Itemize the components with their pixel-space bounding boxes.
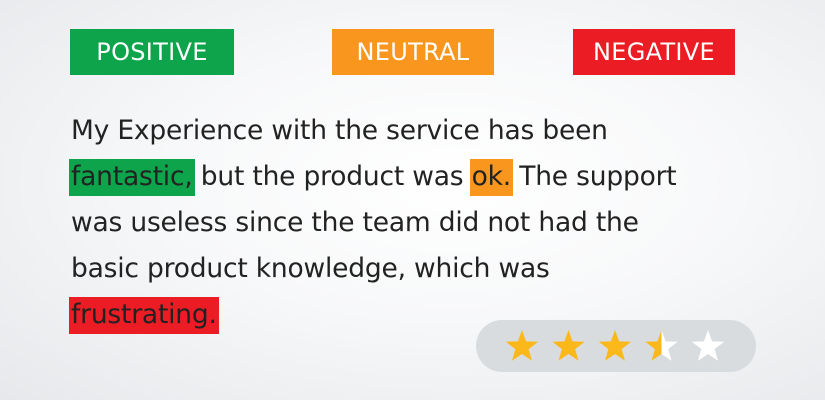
star-icon: [691, 330, 725, 361]
star-rating-icons: [505, 330, 725, 361]
star-icon: [598, 330, 632, 361]
star-rating: [476, 320, 756, 372]
legend-negative-badge: NEGATIVE: [573, 29, 735, 75]
review-text: My Experience with the service has been …: [69, 108, 771, 338]
review-line-4: basic product knowledge, which was: [71, 253, 550, 284]
review-line-2-end: The support: [511, 161, 677, 192]
neutral-highlight: ok.: [469, 159, 513, 196]
review-line-2-middle: but the product was: [192, 161, 472, 192]
review-line-2: fantastic, but the product was ok. The s…: [69, 154, 771, 200]
review-line-3: was useless since the team did not had t…: [71, 207, 639, 238]
star-icon: [552, 330, 585, 361]
star-icon: [505, 330, 539, 361]
legend-positive-badge: POSITIVE: [70, 29, 234, 75]
star-icon: [645, 330, 678, 361]
review-line-1: My Experience with the service has been: [71, 115, 608, 146]
negative-highlight: frustrating.: [69, 297, 219, 334]
legend-neutral-badge: NEUTRAL: [332, 29, 494, 75]
positive-highlight: fantastic,: [69, 159, 195, 196]
